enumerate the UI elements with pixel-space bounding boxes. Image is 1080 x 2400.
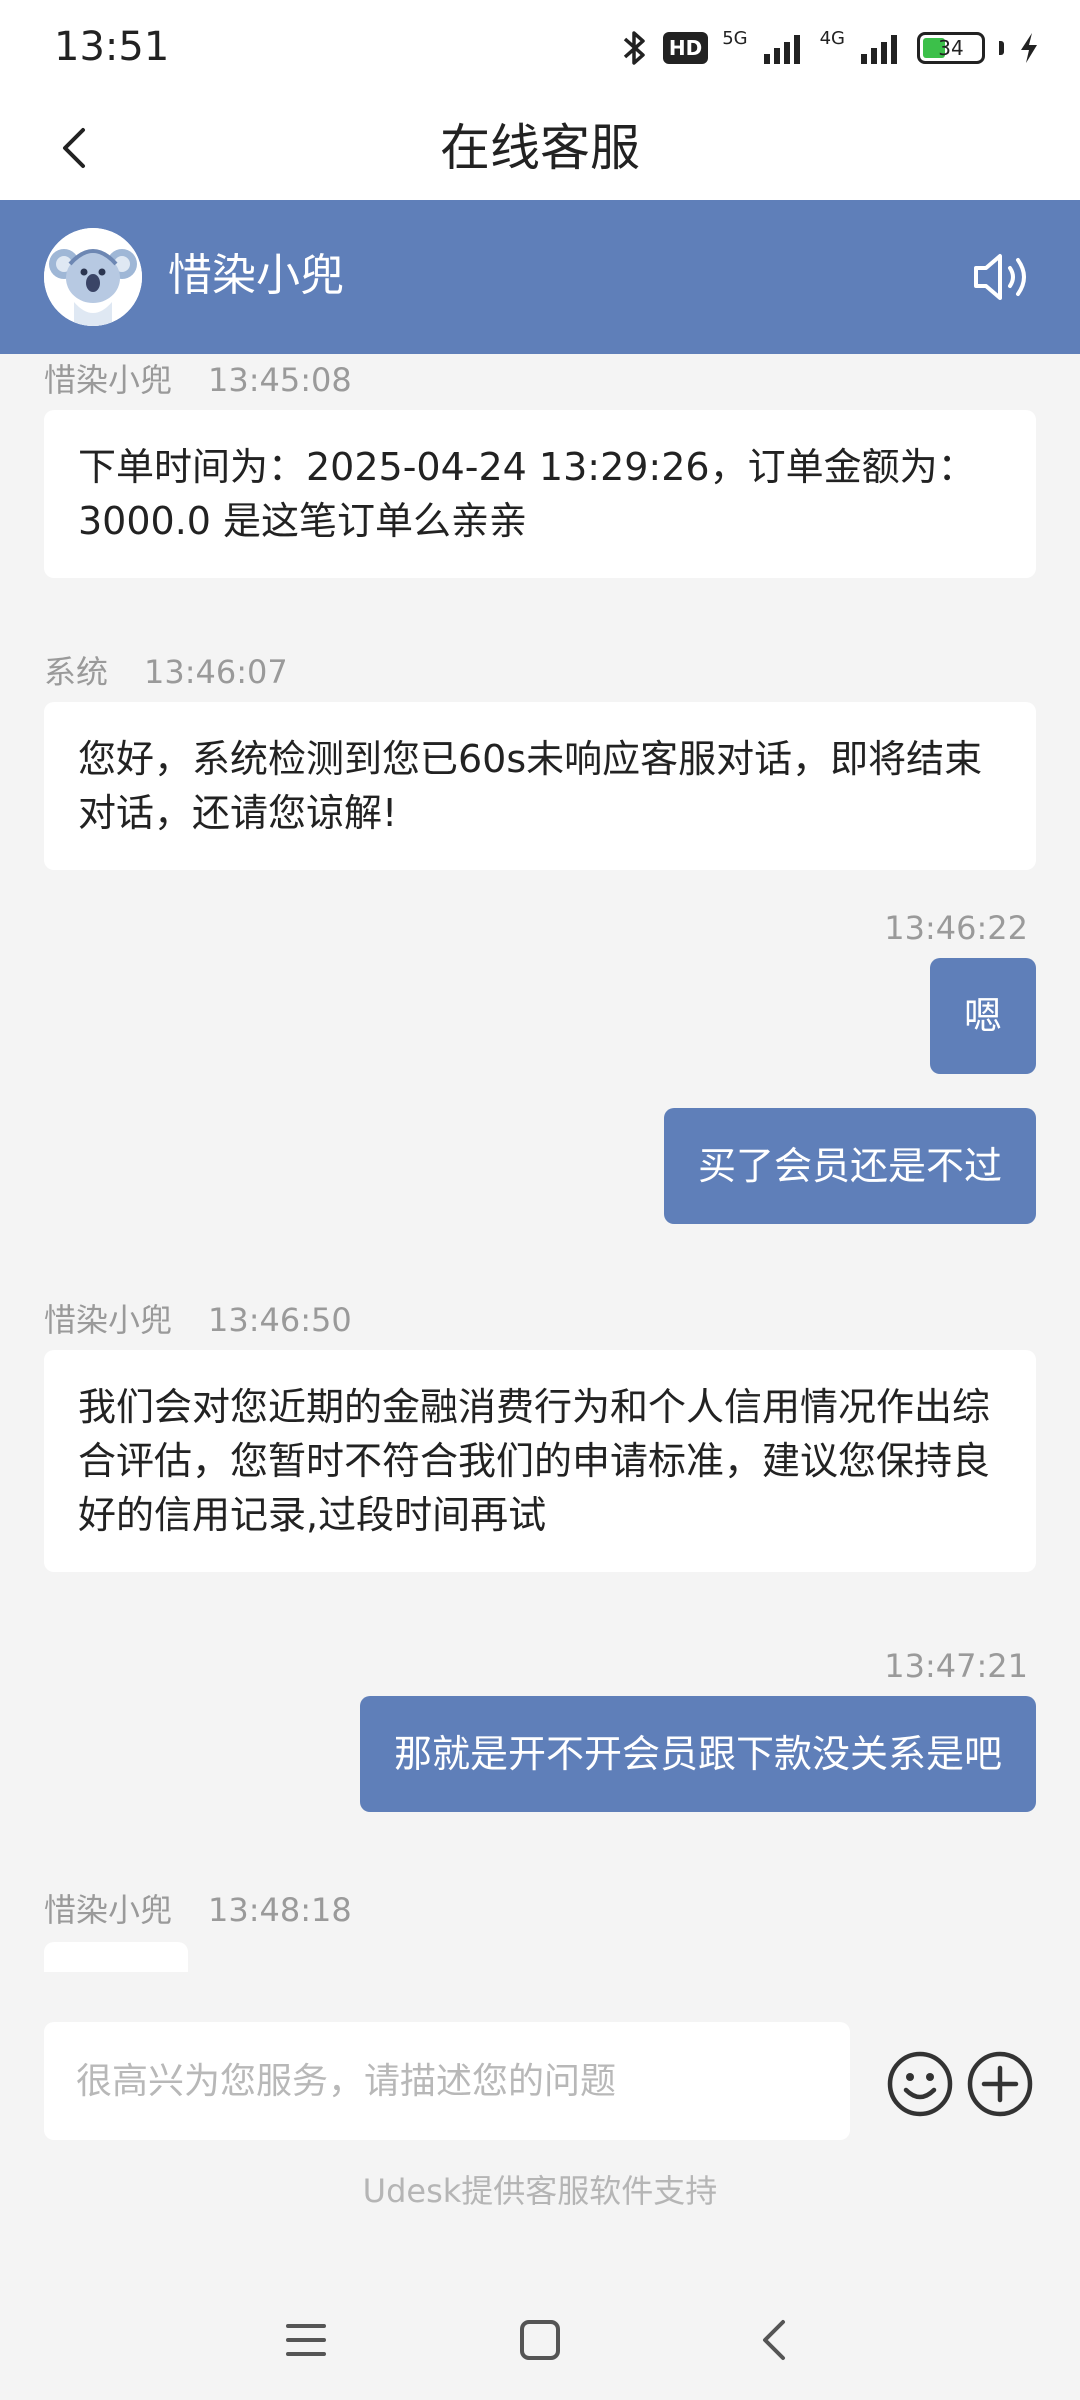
message-time: 13:47:21 (884, 1647, 1028, 1685)
chat-area[interactable]: 惜染小兜 13:45:08 下单时间为：2025-04-24 13:29:26，订… (0, 354, 1080, 1996)
message-input[interactable] (44, 2022, 850, 2140)
chevron-left-icon (763, 2320, 785, 2360)
message-meta: 系统 13:46:07 (44, 650, 288, 694)
battery-icon: 34 (917, 32, 985, 64)
network-4g-label: 4G (819, 27, 845, 49)
speaker-button[interactable] (970, 244, 1036, 310)
sender-name: 系统 (44, 653, 109, 691)
agent-bar: 惜染小兜 (0, 200, 1080, 354)
status-icons: HD 5G 4G 34 (619, 28, 1040, 68)
page-title: 在线客服 (440, 119, 640, 177)
user-message-bubble: 嗯 (929, 958, 1036, 1074)
message-meta: 惜染小兜 13:46:50 (44, 1298, 352, 1342)
hd-badge: HD (662, 32, 709, 64)
koala-avatar-icon (44, 228, 142, 326)
user-message-bubble: 买了会员还是不过 (663, 1108, 1036, 1224)
message-meta: 惜染小兜 13:48:18 (44, 1888, 352, 1932)
sender-name: 惜染小兜 (44, 1301, 173, 1339)
system-nav-bar (0, 2286, 1080, 2400)
emoji-button[interactable] (886, 2050, 954, 2118)
sender-name: 惜染小兜 (44, 361, 173, 399)
square-icon (520, 2320, 560, 2360)
system-message-bubble: 您好，系统检测到您已60s未响应客服对话，即将结束对话，还请您谅解! (44, 702, 1036, 870)
message-meta: 惜染小兜 13:45:08 (44, 358, 352, 402)
status-time: 13:51 (54, 24, 170, 70)
input-area: Udesk提供客服软件支持 (0, 1996, 1080, 2286)
speaker-icon (974, 254, 1026, 300)
signal-icon (763, 35, 800, 64)
bluetooth-icon (623, 31, 645, 65)
plus-circle-icon (967, 2051, 1033, 2117)
agent-message-bubble: 下单时间为：2025-04-24 13:29:26，订单金额为：3000.0 是… (44, 410, 1036, 578)
nav-back-button[interactable] (744, 2310, 804, 2370)
agent-message-bubble (44, 1942, 188, 1972)
agent-message-bubble: 我们会对您近期的金融消费行为和个人信用情况作出综合评估，您暂时不符合我们的申请标… (44, 1350, 1036, 1572)
nav-menu-button[interactable] (276, 2310, 336, 2370)
user-message-bubble: 那就是开不开会员跟下款没关系是吧 (359, 1696, 1036, 1812)
message-time: 13:46:22 (884, 909, 1028, 947)
message-time: 13:46:50 (208, 1301, 352, 1339)
powered-by-text: Udesk提供客服软件支持 (362, 2172, 718, 2210)
nav-home-button[interactable] (510, 2310, 570, 2370)
charging-icon (1021, 33, 1037, 63)
status-bar: 13:51 HD 5G 4G 34 (0, 0, 1080, 96)
message-time: 13:45:08 (208, 361, 352, 399)
signal-icon (861, 35, 897, 64)
battery-level: 34 (938, 36, 964, 60)
smiley-icon (887, 2051, 953, 2117)
app-header: 在线客服 (0, 96, 1080, 200)
menu-icon (286, 2324, 326, 2356)
message-time: 13:46:07 (144, 653, 288, 691)
network-5g-label: 5G (722, 27, 748, 49)
avatar (44, 228, 142, 326)
agent-name: 惜染小兜 (168, 250, 344, 301)
more-button[interactable] (966, 2050, 1034, 2118)
battery-cap (999, 41, 1004, 55)
message-time: 13:48:18 (208, 1891, 352, 1929)
sender-name: 惜染小兜 (44, 1891, 173, 1929)
